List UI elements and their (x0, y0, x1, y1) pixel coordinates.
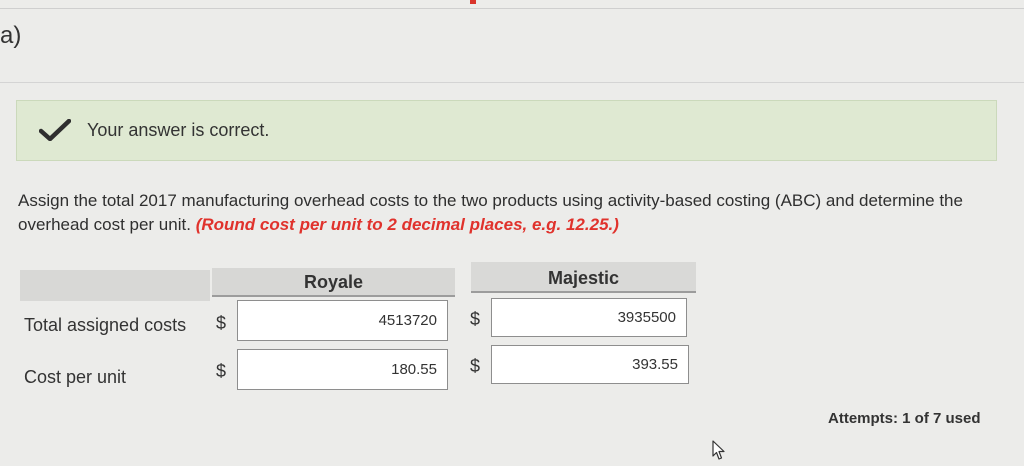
currency-symbol: $ (216, 313, 227, 333)
attempts-counter: Attempts: 1 of 7 used (828, 410, 981, 427)
correct-answer-banner: Your answer is correct. (16, 100, 997, 161)
column-header-majestic: Majestic (471, 262, 696, 293)
banner-message: Your answer is correct. (87, 120, 270, 140)
currency-symbol: $ (470, 309, 481, 329)
part-label: a) (0, 22, 22, 49)
total-assigned-costs-royale-input[interactable] (237, 300, 448, 341)
checkmark-icon (39, 119, 71, 141)
column-header-royale: Royale (212, 268, 455, 297)
cost-per-unit-royale-input[interactable] (237, 349, 448, 390)
rounding-hint: (Round cost per unit to 2 decimal places… (195, 215, 619, 234)
mouse-pointer-icon (712, 440, 725, 460)
part-divider (0, 82, 1024, 83)
question-text: Assign the total 2017 manufacturing over… (18, 189, 978, 237)
top-red-marker (470, 0, 476, 4)
row-label-cost-per-unit: Cost per unit (24, 367, 127, 387)
table-header-band (20, 270, 210, 301)
currency-symbol: $ (216, 361, 227, 381)
row-label-total-assigned-costs: Total assigned costs (24, 315, 187, 335)
cost-per-unit-majestic-input[interactable] (491, 345, 689, 384)
currency-symbol: $ (470, 356, 481, 376)
top-divider (0, 8, 1024, 9)
total-assigned-costs-majestic-input[interactable] (491, 298, 687, 337)
